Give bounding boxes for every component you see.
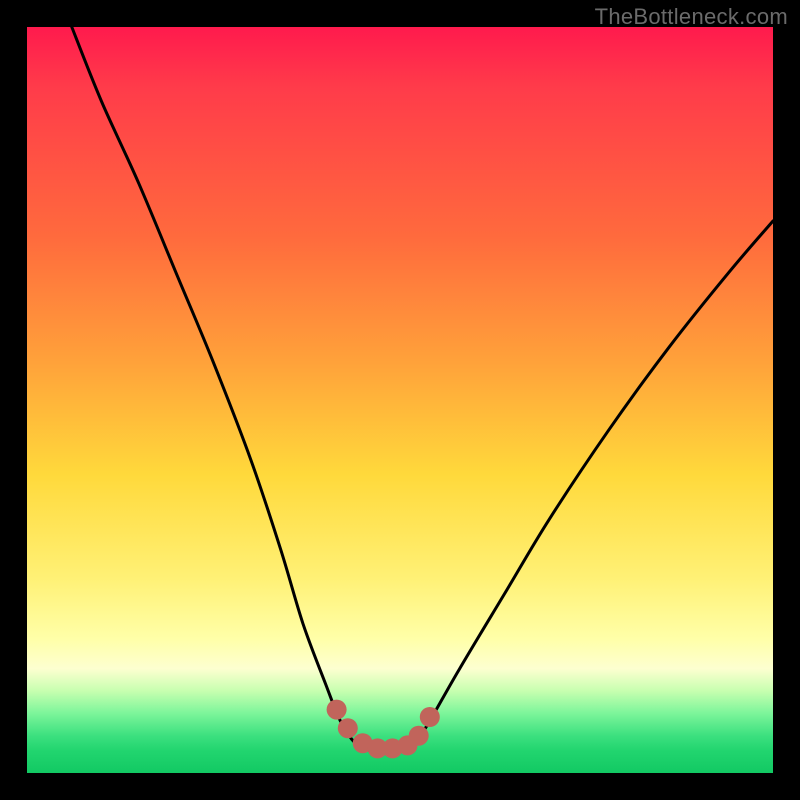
trough-dot xyxy=(338,718,358,738)
outer-frame: TheBottleneck.com xyxy=(0,0,800,800)
trough-dot xyxy=(420,707,440,727)
trough-markers xyxy=(327,700,440,759)
trough-dot xyxy=(327,700,347,720)
trough-dot xyxy=(409,726,429,746)
bottleneck-chart xyxy=(27,27,773,773)
bottleneck-curve-path xyxy=(72,27,773,751)
plot-area xyxy=(27,27,773,773)
